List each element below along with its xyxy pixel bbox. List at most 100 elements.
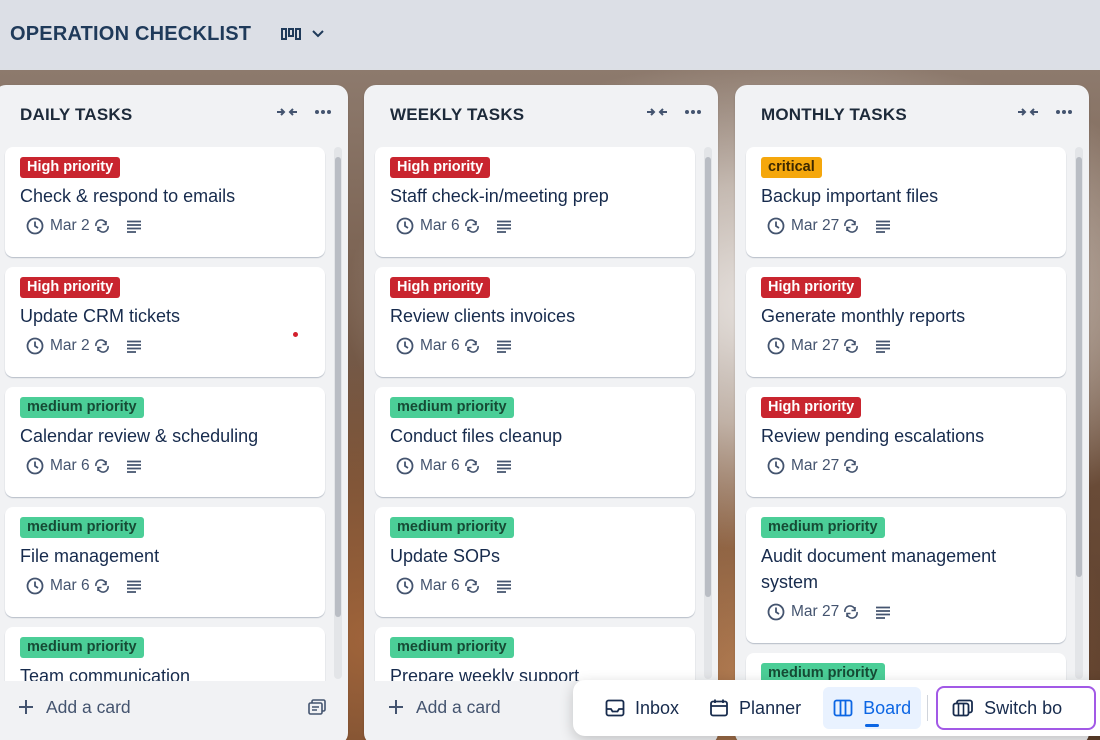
nav-board-label: Board: [863, 697, 912, 718]
card[interactable]: High priority Generate monthly reports M…: [746, 267, 1066, 377]
nav-inbox-label: Inbox: [635, 697, 680, 718]
clock-icon: [396, 577, 414, 595]
card[interactable]: critical Backup important files Mar 27: [746, 147, 1066, 257]
card-title: Check & respond to emails: [20, 186, 236, 206]
nav-planner[interactable]: Planner: [699, 687, 811, 729]
clock-icon: [396, 457, 414, 475]
card[interactable]: medium priority: [746, 653, 1066, 681]
card-badges: Mar 6: [390, 335, 681, 357]
clock-icon: [767, 217, 785, 235]
add-card-label: Add a card: [416, 696, 501, 717]
card[interactable]: medium priority Audit document managemen…: [746, 507, 1066, 643]
recurring-icon: [94, 459, 109, 473]
recurring-icon: [94, 579, 109, 593]
description-icon: [126, 340, 141, 353]
due-date: Mar 6: [420, 217, 460, 234]
card-template-icon[interactable]: [308, 699, 326, 715]
more-options-icon[interactable]: [1055, 109, 1073, 115]
card[interactable]: medium priority Team communication: [5, 627, 325, 681]
add-card-button[interactable]: Add a card: [0, 685, 348, 729]
due-date: Mar 27: [791, 337, 840, 354]
due-date: Mar 27: [791, 217, 840, 234]
card[interactable]: High priority Update CRM tickets Mar 2: [5, 267, 325, 377]
add-card-label: Add a card: [46, 696, 131, 717]
list-actions: [1017, 105, 1073, 119]
card-title: Update CRM tickets: [20, 306, 181, 326]
list-scrollbar[interactable]: [704, 147, 712, 679]
due-date: Mar 6: [420, 577, 460, 594]
more-options-icon[interactable]: [314, 109, 332, 115]
clock-icon: [767, 457, 785, 475]
recurring-icon: [464, 339, 479, 353]
card-badges: Mar 6: [20, 575, 311, 597]
clock-icon: [396, 217, 414, 235]
clock-icon: [767, 603, 785, 621]
list-title[interactable]: DAILY TASKS: [20, 105, 132, 125]
priority-label: medium priority: [390, 637, 514, 658]
card[interactable]: medium priority Prepare weekly support: [375, 627, 695, 681]
priority-label: critical: [761, 157, 822, 178]
recurring-icon: [94, 339, 109, 353]
board-icon: [833, 699, 853, 717]
chevron-down-icon: [312, 30, 324, 38]
clock-icon: [767, 337, 785, 355]
priority-label: High priority: [390, 277, 491, 298]
card-list: critical Backup important files Mar 27 H…: [735, 147, 1089, 681]
due-date: Mar 2: [50, 217, 90, 234]
collapse-icon[interactable]: [646, 105, 668, 119]
card-list: High priority Staff check-in/meeting pre…: [364, 147, 718, 681]
collapse-icon[interactable]: [1017, 105, 1039, 119]
nav-board[interactable]: Board: [823, 687, 922, 729]
list-scrollbar[interactable]: [334, 147, 342, 679]
clock-icon: [26, 457, 44, 475]
nav-inbox[interactable]: Inbox: [595, 687, 689, 729]
priority-label: medium priority: [761, 663, 885, 681]
list-daily-tasks: DAILY TASKS High priority Check & respon…: [0, 85, 348, 740]
card[interactable]: medium priority Calendar review & schedu…: [5, 387, 325, 497]
card[interactable]: High priority Check & respond to emails …: [5, 147, 325, 257]
switch-boards-button[interactable]: Switch bo: [936, 686, 1097, 730]
card-badges: Mar 6: [390, 215, 681, 237]
board-view-switcher[interactable]: [281, 27, 325, 41]
card[interactable]: medium priority Conduct files cleanup Ma…: [375, 387, 695, 497]
card-title: Prepare weekly support: [390, 666, 580, 681]
scrollbar-thumb[interactable]: [705, 157, 711, 597]
priority-label: High priority: [761, 277, 862, 298]
card-badges: Mar 27: [761, 455, 1052, 477]
card-title: Review pending escalations: [761, 426, 985, 446]
due-date: Mar 6: [420, 457, 460, 474]
card-badges: Mar 27: [761, 335, 1052, 357]
scrollbar-thumb[interactable]: [335, 157, 341, 617]
more-options-icon[interactable]: [684, 109, 702, 115]
card-title: Generate monthly reports: [761, 306, 966, 326]
recurring-icon: [844, 219, 859, 233]
recurring-icon: [464, 459, 479, 473]
list-scrollbar[interactable]: [1075, 147, 1083, 679]
recurring-icon: [844, 459, 859, 473]
recurring-icon: [844, 605, 859, 619]
list-title[interactable]: WEEKLY TASKS: [390, 105, 524, 125]
switch-boards-icon: [952, 699, 974, 717]
card[interactable]: medium priority Update SOPs Mar 6: [375, 507, 695, 617]
card[interactable]: medium priority File management Mar 6: [5, 507, 325, 617]
priority-label: medium priority: [390, 397, 514, 418]
priority-label: medium priority: [761, 517, 885, 538]
recurring-icon: [844, 339, 859, 353]
card[interactable]: High priority Review clients invoices Ma…: [375, 267, 695, 377]
description-icon: [876, 606, 891, 619]
notification-dot: [293, 332, 298, 337]
collapse-icon[interactable]: [276, 105, 298, 119]
list-title[interactable]: MONTHLY TASKS: [761, 105, 907, 125]
board-title[interactable]: OPERATION CHECKLIST: [10, 23, 251, 46]
card[interactable]: High priority Review pending escalations…: [746, 387, 1066, 497]
priority-label: High priority: [390, 157, 491, 178]
card[interactable]: High priority Staff check-in/meeting pre…: [375, 147, 695, 257]
description-icon: [496, 220, 511, 233]
due-date: Mar 6: [50, 457, 90, 474]
due-date: Mar 27: [791, 457, 840, 474]
recurring-icon: [464, 579, 479, 593]
card-title: File management: [20, 546, 160, 566]
card-title: Review clients invoices: [390, 306, 576, 326]
scrollbar-thumb[interactable]: [1076, 157, 1082, 577]
inbox-icon: [605, 699, 625, 717]
